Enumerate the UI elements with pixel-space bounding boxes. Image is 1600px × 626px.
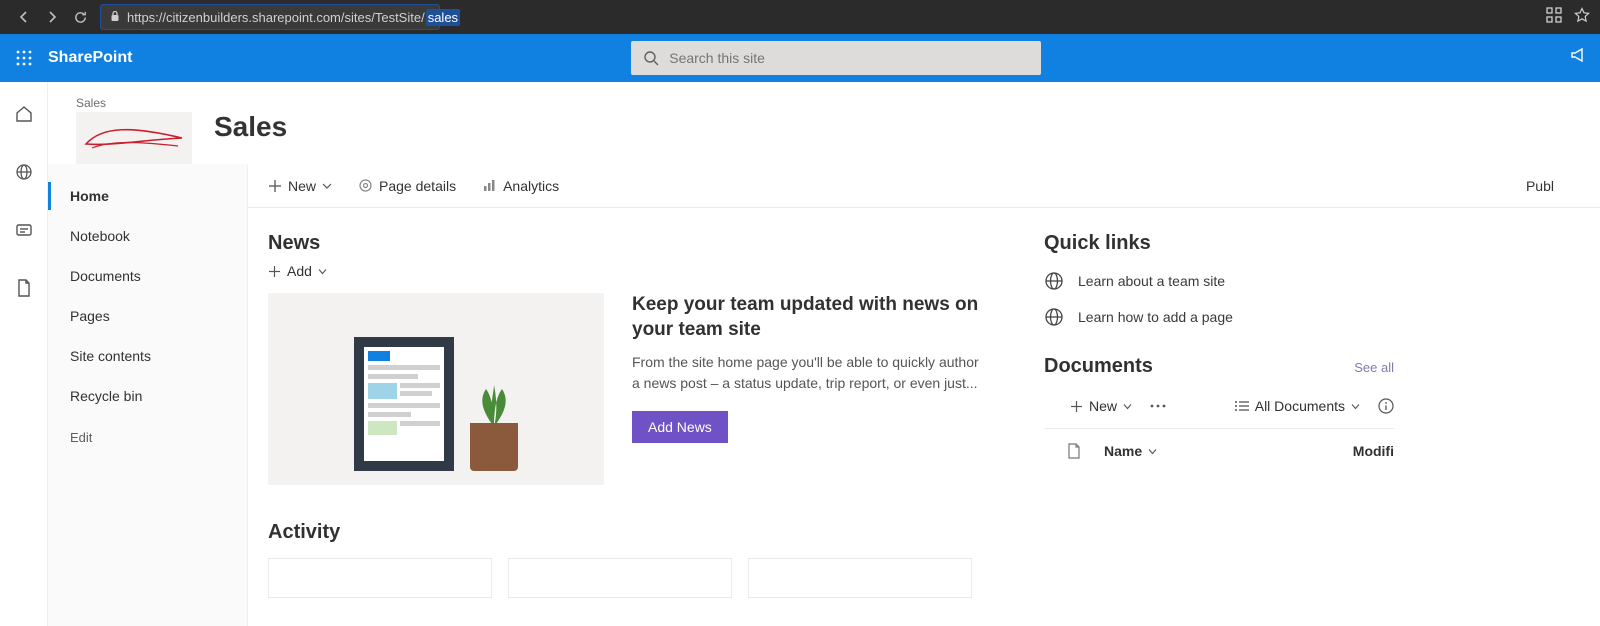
- add-news-button[interactable]: Add News: [632, 411, 728, 443]
- news-illustration: [268, 293, 604, 485]
- quick-link-team-site[interactable]: Learn about a team site: [1044, 271, 1394, 291]
- qr-icon[interactable]: [1546, 7, 1562, 28]
- plus-icon: [1070, 400, 1083, 413]
- star-icon[interactable]: [1574, 7, 1590, 28]
- address-bar[interactable]: https://citizenbuilders.sharepoint.com/s…: [100, 4, 440, 30]
- home-icon[interactable]: [8, 98, 40, 130]
- documents-toolbar: New All Documents: [1070, 398, 1394, 414]
- news-body: From the site home page you'll be able t…: [632, 352, 988, 393]
- nav-site-contents[interactable]: Site contents: [48, 336, 247, 376]
- browser-chrome: https://citizenbuilders.sharepoint.com/s…: [0, 0, 1600, 34]
- file-type-column[interactable]: [1044, 443, 1104, 459]
- info-icon: [1378, 398, 1394, 414]
- plus-icon: [268, 179, 282, 193]
- quick-link-add-page[interactable]: Learn how to add a page: [1044, 307, 1394, 327]
- docs-more-button[interactable]: [1150, 404, 1166, 408]
- globe-icon[interactable]: [8, 156, 40, 188]
- url-selection: sales: [426, 9, 460, 26]
- nav-notebook[interactable]: Notebook: [48, 216, 247, 256]
- site-logo[interactable]: [76, 112, 192, 164]
- analytics-icon: [482, 178, 497, 193]
- quick-links-title: Quick links: [1044, 232, 1394, 255]
- url-text: https://citizenbuilders.sharepoint.com/s…: [127, 10, 425, 25]
- nav-edit[interactable]: Edit: [48, 416, 247, 459]
- chevron-down-icon: [322, 181, 332, 191]
- analytics-button[interactable]: Analytics: [482, 178, 559, 194]
- documents-title: Documents: [1044, 355, 1153, 378]
- plant-icon: [474, 383, 514, 427]
- back-button[interactable]: [10, 3, 38, 31]
- modified-column[interactable]: Modifi: [1353, 443, 1394, 459]
- more-icon: [1150, 404, 1166, 408]
- new-button[interactable]: New: [268, 178, 332, 194]
- site-title: Sales: [214, 111, 287, 143]
- activity-card[interactable]: [268, 558, 492, 598]
- search-icon: [643, 50, 659, 66]
- site-header: Sales Sales: [48, 82, 1600, 164]
- docs-info-button[interactable]: [1378, 398, 1394, 414]
- app-launcher[interactable]: [0, 34, 48, 82]
- docs-view-selector[interactable]: All Documents: [1235, 398, 1360, 414]
- search-input[interactable]: [669, 50, 1029, 66]
- plus-icon: [268, 265, 281, 278]
- news-add-button[interactable]: Add: [268, 263, 988, 279]
- nav-recycle-bin[interactable]: Recycle bin: [48, 376, 247, 416]
- publish-button[interactable]: Publ: [1526, 178, 1554, 194]
- nav-home[interactable]: Home: [48, 176, 247, 216]
- activity-title: Activity: [268, 521, 988, 544]
- activity-card[interactable]: [508, 558, 732, 598]
- breadcrumb[interactable]: Sales: [76, 96, 192, 110]
- news-headline: Keep your team updated with news on your…: [632, 293, 988, 342]
- reload-button[interactable]: [66, 3, 94, 31]
- app-bar: [0, 82, 48, 626]
- nav-pages[interactable]: Pages: [48, 296, 247, 336]
- nav-documents[interactable]: Documents: [48, 256, 247, 296]
- docs-new-button[interactable]: New: [1070, 398, 1132, 414]
- chevron-down-icon: [318, 267, 327, 276]
- documents-table-header: Name Modifi: [1044, 428, 1394, 473]
- file-icon: [1067, 443, 1081, 459]
- news-title: News: [268, 232, 988, 255]
- brand-label[interactable]: SharePoint: [48, 49, 132, 67]
- see-all-link[interactable]: See all: [1354, 360, 1394, 375]
- page-details-button[interactable]: Page details: [358, 178, 456, 194]
- chevron-down-icon: [1351, 402, 1360, 411]
- activity-card[interactable]: [748, 558, 972, 598]
- files-icon[interactable]: [8, 272, 40, 304]
- suite-header: SharePoint: [0, 34, 1600, 82]
- globe-icon: [1044, 307, 1064, 327]
- megaphone-icon[interactable]: [1570, 46, 1588, 69]
- globe-icon: [1044, 271, 1064, 291]
- chevron-down-icon: [1123, 402, 1132, 411]
- gear-icon: [358, 178, 373, 193]
- news-icon[interactable]: [8, 214, 40, 246]
- forward-button[interactable]: [38, 3, 66, 31]
- command-bar: New Page details Analytics Publ: [248, 164, 1600, 208]
- lock-icon: [109, 10, 121, 25]
- name-column[interactable]: Name: [1104, 443, 1353, 459]
- chevron-down-icon: [1148, 447, 1157, 456]
- side-navigation: Home Notebook Documents Pages Site conte…: [48, 164, 248, 626]
- search-box[interactable]: [631, 41, 1041, 75]
- list-icon: [1235, 400, 1249, 412]
